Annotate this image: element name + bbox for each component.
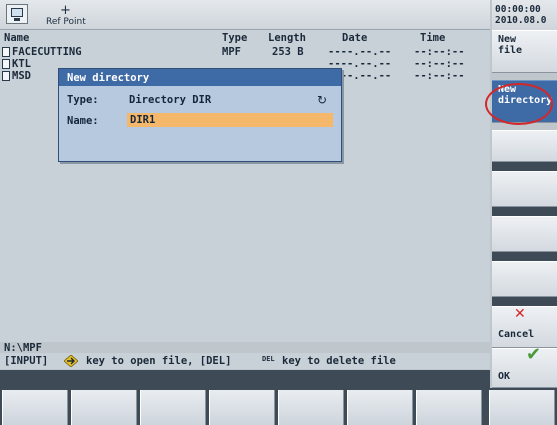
type-value: Directory DIR [129, 94, 212, 106]
vertical-softkeys: New file New directory ✕ Cancel ✔ OK [492, 30, 557, 388]
cancel-label: Cancel [498, 329, 535, 340]
hsoftkey-2[interactable] [71, 390, 137, 425]
hsoftkey-7[interactable] [416, 390, 482, 425]
softkey-separator [492, 252, 557, 261]
file-row[interactable]: FACECUTTING MPF 253 B ----.--.-- --:--:-… [0, 46, 490, 58]
file-name: FACECUTTING [12, 46, 82, 58]
dialog-title: New directory [59, 69, 341, 86]
ok-label: OK [498, 371, 511, 382]
hsoftkey-8[interactable] [489, 390, 555, 425]
col-time: Time [420, 32, 446, 44]
ref-point-icon: + [60, 3, 71, 18]
horizontal-softkeys [0, 388, 557, 425]
softkey-5[interactable] [492, 216, 557, 252]
file-icon [2, 47, 10, 57]
file-name: MSD [12, 70, 31, 82]
softkey-4[interactable] [492, 171, 557, 207]
file-time: --:--:-- [414, 70, 465, 82]
file-time: --:--:-- [414, 58, 465, 70]
hint-input: [INPUT] [4, 355, 49, 367]
ref-point-label: Ref Point [46, 17, 86, 27]
ok-button[interactable]: ✔ OK [492, 344, 557, 388]
softkey-separator [492, 207, 557, 216]
new-file-button[interactable]: New file [492, 30, 557, 73]
softkey-separator [492, 297, 557, 306]
toggle-icon[interactable]: ↻ [317, 93, 327, 107]
input-key-icon [64, 355, 78, 367]
del-key-icon: DEL [262, 355, 275, 363]
col-length: Length [268, 32, 306, 44]
cancel-button[interactable]: ✕ Cancel [492, 306, 557, 348]
hint-text-open: key to open file, [DEL] [86, 355, 232, 367]
hsoftkey-1[interactable] [2, 390, 68, 425]
file-name: KTL [12, 58, 31, 70]
machine-icon[interactable] [6, 4, 28, 24]
hsoftkey-6[interactable] [347, 390, 413, 425]
file-type: MPF [222, 46, 241, 58]
file-date: ----.--.-- [328, 46, 392, 58]
hsoftkey-5[interactable] [278, 390, 344, 425]
file-length: 253 B [272, 46, 304, 58]
type-label: Type: [67, 94, 99, 106]
header-bar: + Ref Point [0, 0, 490, 30]
new-directory-dialog: New directory Type: Directory DIR ↻ Name… [58, 68, 342, 162]
cancel-icon: ✕ [514, 306, 526, 322]
name-label: Name: [67, 115, 99, 127]
hsoftkey-3[interactable] [140, 390, 206, 425]
clock: 00:00:00 2010.08.0 [492, 0, 557, 30]
column-header: Name Type Length Date Time [0, 30, 490, 46]
softkey-3[interactable] [492, 130, 557, 162]
ok-check-icon: ✔ [526, 344, 542, 365]
col-name: Name [4, 32, 30, 44]
col-type: Type [222, 32, 248, 44]
new-directory-button[interactable]: New directory [492, 80, 557, 123]
folder-icon [2, 71, 10, 81]
col-date: Date [342, 32, 368, 44]
softkey-6[interactable] [492, 261, 557, 297]
hint-text-delete: key to delete file [282, 355, 396, 367]
ref-point-indicator: + Ref Point [46, 3, 96, 27]
status-bar [0, 370, 490, 388]
hsoftkey-4[interactable] [209, 390, 275, 425]
directory-name-input[interactable] [127, 113, 333, 127]
softkey-separator [492, 162, 557, 171]
folder-icon [2, 59, 10, 69]
hint-line: [INPUT] key to open file, [DEL] DEL key … [0, 353, 490, 369]
file-time: --:--:-- [414, 46, 465, 58]
